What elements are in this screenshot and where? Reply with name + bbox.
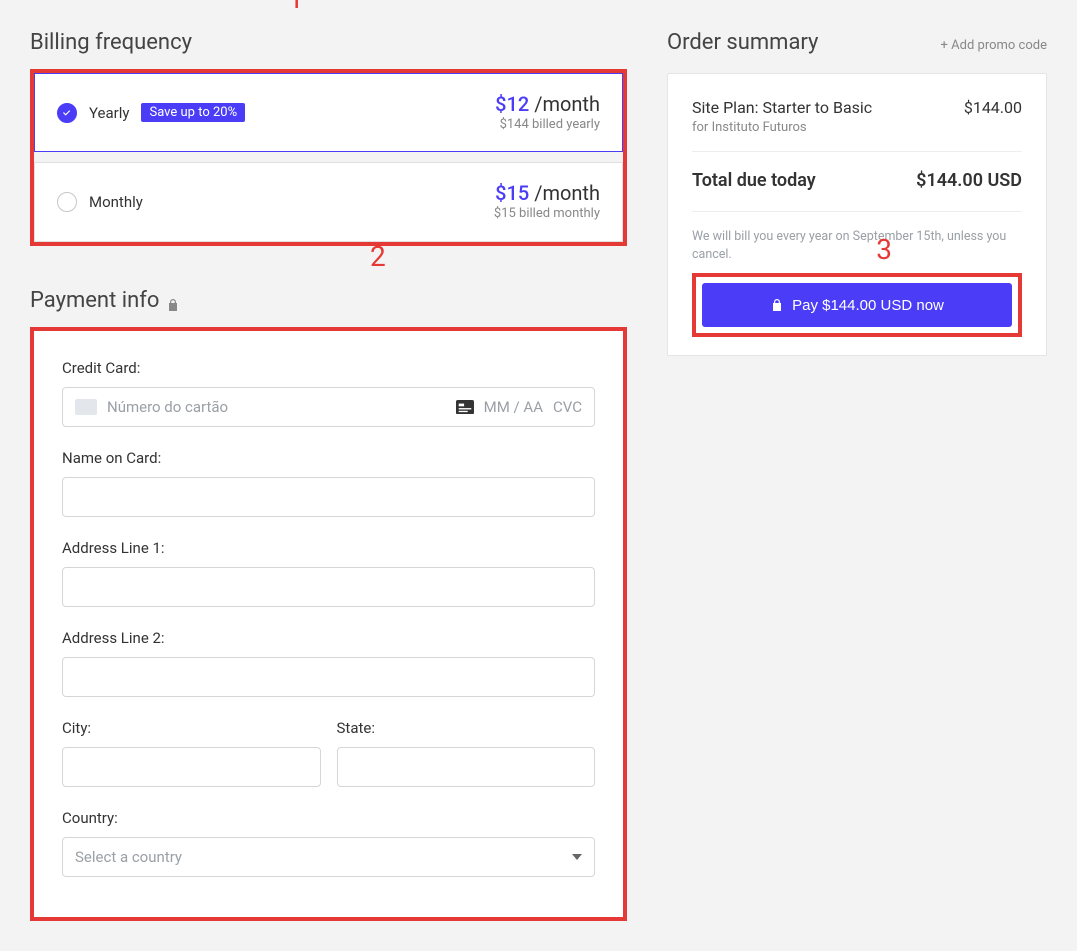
- annotation-3: 3: [876, 233, 892, 266]
- lock-icon: [770, 298, 784, 312]
- price-amount: $15: [495, 181, 529, 205]
- price-sub: $15 billed monthly: [494, 206, 600, 222]
- total-row: Total due today $144.00 USD: [692, 152, 1022, 212]
- state-input[interactable]: [337, 747, 596, 787]
- price-sub: $144 billed yearly: [495, 117, 600, 133]
- country-select[interactable]: Select a country: [62, 837, 595, 877]
- pay-button[interactable]: Pay $144.00 USD now: [702, 283, 1012, 327]
- country-label: Country:: [62, 809, 595, 827]
- credit-card-label: Credit Card:: [62, 359, 595, 377]
- order-summary-card: Site Plan: Starter to Basic for Institut…: [667, 73, 1047, 356]
- order-heading-text: Order summary: [667, 30, 818, 55]
- addr1-label: Address Line 1:: [62, 539, 595, 557]
- state-label: State:: [337, 719, 596, 737]
- option-label: Yearly: [89, 104, 129, 122]
- total-amount: $144.00 USD: [916, 170, 1022, 191]
- order-heading: Order summary: [667, 30, 818, 55]
- card-icon: [75, 399, 97, 415]
- name-input[interactable]: [62, 477, 595, 517]
- autofill-icon: [456, 400, 474, 414]
- item-amount: $144.00: [964, 98, 1022, 117]
- save-badge: Save up to 20%: [141, 103, 245, 122]
- annotation-2: 2: [370, 240, 386, 273]
- chevron-down-icon: [572, 854, 582, 860]
- annotation-1: 1: [288, 0, 304, 15]
- total-label: Total due today: [692, 170, 816, 191]
- item-title: Site Plan: Starter to Basic: [692, 98, 872, 117]
- city-input[interactable]: [62, 747, 321, 787]
- credit-card-input[interactable]: Número do cartão MM / AA CVC: [62, 387, 595, 427]
- billing-heading: Billing frequency 1: [30, 30, 627, 55]
- country-placeholder: Select a country: [75, 848, 182, 866]
- price-amount: $12: [495, 92, 529, 116]
- address2-input[interactable]: [62, 657, 595, 697]
- payment-heading: Payment info 2: [30, 288, 627, 313]
- payment-form: Credit Card: Número do cartão MM / AA CV…: [30, 327, 627, 921]
- city-label: City:: [62, 719, 321, 737]
- address1-input[interactable]: [62, 567, 595, 607]
- pay-button-label: Pay $144.00 USD now: [792, 297, 944, 314]
- price-unit: /month: [534, 92, 600, 116]
- cc-cvc-placeholder: CVC: [553, 398, 582, 416]
- cc-exp-placeholder: MM / AA: [484, 398, 543, 416]
- radio-yearly[interactable]: [57, 103, 77, 123]
- billing-options-group: Yearly Save up to 20% $12 /month $144 bi…: [30, 69, 627, 246]
- add-promo-link[interactable]: + Add promo code: [941, 38, 1047, 53]
- payment-heading-text: Payment info: [30, 288, 159, 313]
- lock-icon: [167, 293, 179, 307]
- name-label: Name on Card:: [62, 449, 595, 467]
- addr2-label: Address Line 2:: [62, 629, 595, 647]
- radio-monthly[interactable]: [57, 192, 77, 212]
- item-sub: for Instituto Futuros: [692, 120, 872, 135]
- price-unit: /month: [534, 181, 600, 205]
- billing-option-monthly[interactable]: Monthly $15 /month $15 billed monthly: [34, 162, 623, 241]
- line-item: Site Plan: Starter to Basic for Institut…: [692, 98, 1022, 152]
- option-label: Monthly: [89, 193, 143, 211]
- billing-note: We will bill you every year on September…: [692, 212, 1022, 267]
- billing-heading-text: Billing frequency: [30, 30, 192, 55]
- cc-number-placeholder: Número do cartão: [107, 398, 446, 416]
- check-icon: [61, 107, 73, 119]
- billing-option-yearly[interactable]: Yearly Save up to 20% $12 /month $144 bi…: [34, 73, 623, 152]
